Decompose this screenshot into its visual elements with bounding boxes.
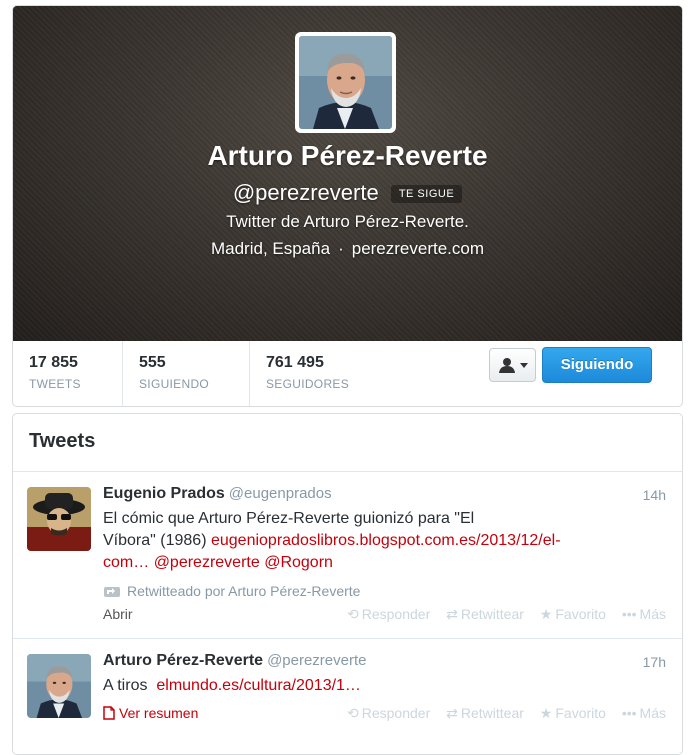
reply-icon: ⟲	[347, 705, 359, 721]
following-button[interactable]: Siguiendo	[542, 347, 652, 383]
tweet-item[interactable]: Arturo Pérez-Reverte @perezreverte 17h A …	[13, 639, 682, 754]
reply-button[interactable]: ⟲ Responder	[347, 705, 430, 721]
tweet-mention[interactable]: @Rogorn	[264, 554, 333, 571]
tweet-avatar[interactable]	[27, 487, 91, 551]
more-label: Más	[639, 705, 666, 721]
reply-button[interactable]: ⟲ Responder	[347, 606, 430, 622]
profile-avatar[interactable]	[295, 32, 396, 133]
retweet-button[interactable]: ⇄ Retwittear	[446, 705, 524, 721]
tweet-text: A tiros elmundo.es/cultura/2013/1…	[103, 675, 653, 697]
tweet-actions: ⟲ Responder ⇄ Retwittear ★ Favorito ••• Más	[347, 705, 666, 722]
favorite-button[interactable]: ★ Favorito	[540, 705, 606, 721]
tweet-avatar[interactable]	[27, 654, 91, 718]
tweet-item[interactable]: Eugenio Prados @eugenprados 14h El cómic …	[13, 472, 682, 639]
more-icon: •••	[621, 705, 637, 721]
document-icon	[103, 706, 115, 720]
tweet-author[interactable]: Eugenio Prados @eugenprados	[103, 485, 332, 503]
tweet-screenname: @eugenprados	[228, 485, 332, 502]
retweet-label: Retwittear	[460, 705, 524, 721]
star-icon: ★	[539, 705, 553, 721]
reply-label: Responder	[361, 606, 431, 622]
tweet-author[interactable]: Arturo Pérez-Reverte @perezreverte	[103, 652, 367, 670]
location-separator: ·	[338, 239, 344, 258]
tweet-url-link-cont[interactable]: com…	[103, 554, 149, 571]
profile-name: Arturo Pérez-Reverte	[207, 140, 488, 171]
tweet-url-link[interactable]: eugeniopradoslibros.blogspot.com.es/2013…	[211, 532, 561, 549]
tweet-actions: ⟲ Responder ⇄ Retwittear ★ Favorito ••• Más	[347, 606, 666, 623]
favorite-label: Favorito	[555, 606, 606, 622]
tweet-url-link[interactable]: elmundo.es/cultura/2013/1…	[156, 677, 361, 694]
tweet-text-line: Víbora" (1986)	[103, 532, 211, 549]
stat-following[interactable]: 555 SIGUIENDO	[123, 341, 250, 406]
timeline-header: Tweets	[13, 414, 682, 472]
favorite-button[interactable]: ★ Favorito	[540, 606, 606, 622]
retweet-icon	[104, 587, 120, 597]
stat-following-label: SIGUIENDO	[139, 377, 210, 391]
follows-you-badge: TE SIGUE	[390, 185, 463, 203]
retweet-context: Retwitteado por Arturo Pérez-Reverte	[103, 583, 360, 599]
tweet-screenname: @perezreverte	[267, 652, 367, 669]
favorite-label: Favorito	[555, 705, 606, 721]
profile-location-row: Madrid, España · perezreverte.com	[13, 239, 682, 259]
retweet-context-text: Retwitteado por Arturo Pérez-Reverte	[127, 583, 361, 599]
stat-tweets[interactable]: 17 855 TWEETS	[13, 341, 123, 406]
tweet-mention[interactable]: @perezreverte	[154, 554, 260, 571]
stat-tweets-label: TWEETS	[29, 377, 81, 391]
more-button[interactable]: ••• Más	[622, 705, 666, 721]
retweet-icon: ⇄	[446, 606, 458, 622]
profile-website-link[interactable]: perezreverte.com	[352, 239, 484, 258]
stat-tweets-value: 17 855	[29, 354, 78, 371]
retweet-icon: ⇄	[446, 705, 458, 721]
tweet-text-line: A tiros	[103, 677, 148, 694]
view-summary-link[interactable]: Ver resumen	[103, 705, 198, 721]
profile-location: Madrid, España	[210, 239, 331, 258]
reply-label: Responder	[361, 705, 431, 721]
tweet-avatar-image	[27, 654, 91, 718]
profile-handle[interactable]: @perezreverte	[233, 180, 379, 205]
more-label: Más	[639, 606, 666, 622]
more-icon: •••	[621, 606, 637, 622]
tweet-avatar-image	[27, 487, 91, 551]
tweet-timestamp[interactable]: 17h	[643, 654, 666, 670]
tweet-expand-link[interactable]: Abrir	[103, 606, 133, 622]
tweet-fullname: Arturo Pérez-Reverte	[103, 652, 264, 669]
stat-followers-label: SEGUIDORES	[266, 377, 350, 391]
stat-following-value: 555	[139, 354, 166, 371]
reply-icon: ⟲	[347, 606, 359, 622]
tweet-fullname: Eugenio Prados	[103, 485, 225, 502]
retweet-button[interactable]: ⇄ Retwittear	[446, 606, 524, 622]
user-actions-dropdown[interactable]	[489, 348, 536, 382]
profile-bio: Twitter de Arturo Pérez-Reverte.	[226, 212, 469, 231]
profile-handle-row: @perezreverte TE SIGUE	[13, 180, 682, 206]
tweet-text-line: El cómic que Arturo Pérez-Reverte guioni…	[103, 510, 475, 527]
profile-header-background: Arturo Pérez-Reverte @perezreverte TE SI…	[13, 6, 682, 341]
stat-followers[interactable]: 761 495 SEGUIDORES	[250, 341, 400, 406]
tweet-timestamp[interactable]: 14h	[643, 487, 666, 503]
timeline-title: Tweets	[29, 430, 96, 452]
profile-avatar-image	[299, 36, 392, 129]
more-button[interactable]: ••• Más	[622, 606, 666, 622]
star-icon: ★	[539, 606, 553, 622]
tweet-text: El cómic que Arturo Pérez-Reverte guioni…	[103, 508, 653, 574]
tweets-timeline: Tweets Eugenio Prados @eugenprados 14h El…	[12, 413, 683, 755]
view-summary-label: Ver resumen	[119, 705, 199, 721]
retweet-label: Retwittear	[460, 606, 524, 622]
user-dropdown-icon	[499, 358, 528, 373]
stat-followers-value: 761 495	[266, 354, 324, 371]
